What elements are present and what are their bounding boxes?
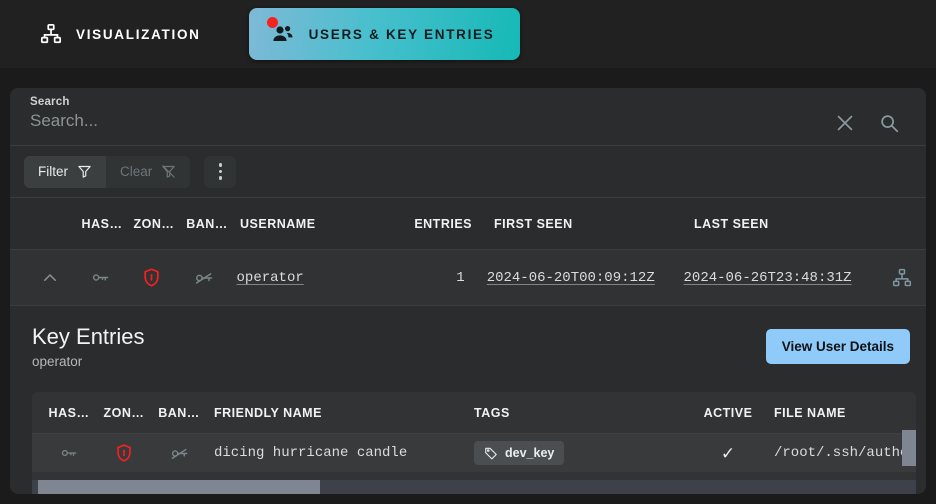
search-label: Search <box>30 96 70 108</box>
sitemap-icon <box>40 23 62 45</box>
filter-button[interactable]: Filter <box>24 155 106 188</box>
filter-button-label: Filter <box>38 164 68 179</box>
horizontal-scrollbar-track[interactable] <box>32 480 916 494</box>
column-header-username[interactable]: USERNAME <box>234 217 406 231</box>
key-entries-table-header: HAS… ZON… BAN… FRIENDLY NAME TAGS ACTIVE… <box>32 392 916 434</box>
horizontal-scrollbar-thumb[interactable] <box>38 480 320 494</box>
key-entries-subtitle: operator <box>32 354 83 369</box>
column-header-friendly-name[interactable]: FRIENDLY NAME <box>206 406 474 420</box>
clear-button[interactable]: Clear <box>106 155 191 188</box>
dot <box>218 169 223 174</box>
cell-first-seen: 2024-06-20T00:09:12Z <box>486 269 655 286</box>
table-row[interactable]: dicing hurricane candle dev_key ✓ /root/… <box>32 434 916 472</box>
key-entries-header: Key Entries operator View User Details <box>10 306 926 379</box>
funnel-off-icon <box>161 164 176 179</box>
column-header-entries[interactable]: ENTRIES <box>406 217 486 231</box>
tag-chip-label: dev_key <box>505 446 555 460</box>
key-off-icon <box>152 444 206 463</box>
key-off-icon <box>177 268 230 288</box>
search-icon[interactable] <box>878 112 900 134</box>
cell-tags: dev_key <box>474 441 690 465</box>
column-header-banned[interactable]: BAN… <box>180 217 234 231</box>
tab-visualization[interactable]: VISUALIZATION <box>18 8 223 60</box>
view-user-details-button[interactable]: View User Details <box>765 329 910 364</box>
vertical-scrollbar[interactable] <box>902 430 916 466</box>
search-input[interactable] <box>30 111 834 131</box>
column-header-key-has[interactable]: HAS… <box>42 406 96 420</box>
table-row[interactable]: operator 1 2024-06-20T00:09:12Z 2024-06-… <box>10 250 926 306</box>
cell-entries: 1 <box>456 269 465 286</box>
dot <box>218 163 223 167</box>
users-table-header: HAS… ZON… BAN… USERNAME ENTRIES FIRST SE… <box>10 198 926 250</box>
cell-friendly-name: dicing hurricane candle <box>214 445 408 461</box>
column-header-zone[interactable]: ZON… <box>128 217 180 231</box>
notification-badge <box>266 17 278 28</box>
top-navigation: VISUALIZATION USERS & KEY ENTRIES <box>0 0 936 68</box>
tag-chip[interactable]: dev_key <box>474 441 565 465</box>
row-sitemap-icon[interactable] <box>892 268 926 288</box>
column-header-has[interactable]: HAS… <box>76 217 128 231</box>
column-header-key-zone[interactable]: ZON… <box>96 406 152 420</box>
search-bar: Search <box>10 88 926 146</box>
page-title: Key Entries <box>32 324 145 349</box>
cell-file-name: /root/.ssh/author <box>774 445 916 461</box>
filter-toolbar: Filter Clear <box>10 146 926 198</box>
filter-button-group: Filter Clear <box>24 155 191 188</box>
close-icon[interactable] <box>834 112 856 134</box>
column-header-key-banned[interactable]: BAN… <box>152 406 206 420</box>
tab-visualization-label: VISUALIZATION <box>76 26 201 42</box>
cell-last-seen: 2024-06-26T23:48:31Z <box>683 269 852 286</box>
clear-button-label: Clear <box>120 164 153 179</box>
dot <box>218 176 223 180</box>
shield-alert-icon <box>96 443 152 463</box>
column-header-active[interactable]: ACTIVE <box>690 406 766 420</box>
column-header-first-seen[interactable]: FIRST SEEN <box>486 217 686 231</box>
key-icon <box>42 444 96 462</box>
key-entries-table: HAS… ZON… BAN… FRIENDLY NAME TAGS ACTIVE… <box>32 392 916 494</box>
tab-users-key-entries[interactable]: USERS & KEY ENTRIES <box>248 8 521 60</box>
more-vertical-icon[interactable] <box>204 155 237 188</box>
key-icon <box>75 268 126 287</box>
column-header-last-seen[interactable]: LAST SEEN <box>686 217 906 231</box>
tag-icon <box>484 446 498 460</box>
chevron-up-icon[interactable] <box>24 269 75 287</box>
shield-alert-icon <box>126 267 177 288</box>
funnel-icon <box>77 164 92 179</box>
cell-active: ✓ <box>720 443 736 463</box>
cell-username[interactable]: operator <box>231 270 400 286</box>
column-header-file-name[interactable]: FILE NAME <box>766 406 916 420</box>
column-header-tags[interactable]: TAGS <box>474 406 690 420</box>
main-panel: Search Filter <box>10 88 926 494</box>
tab-users-key-entries-label: USERS & KEY ENTRIES <box>308 26 495 42</box>
